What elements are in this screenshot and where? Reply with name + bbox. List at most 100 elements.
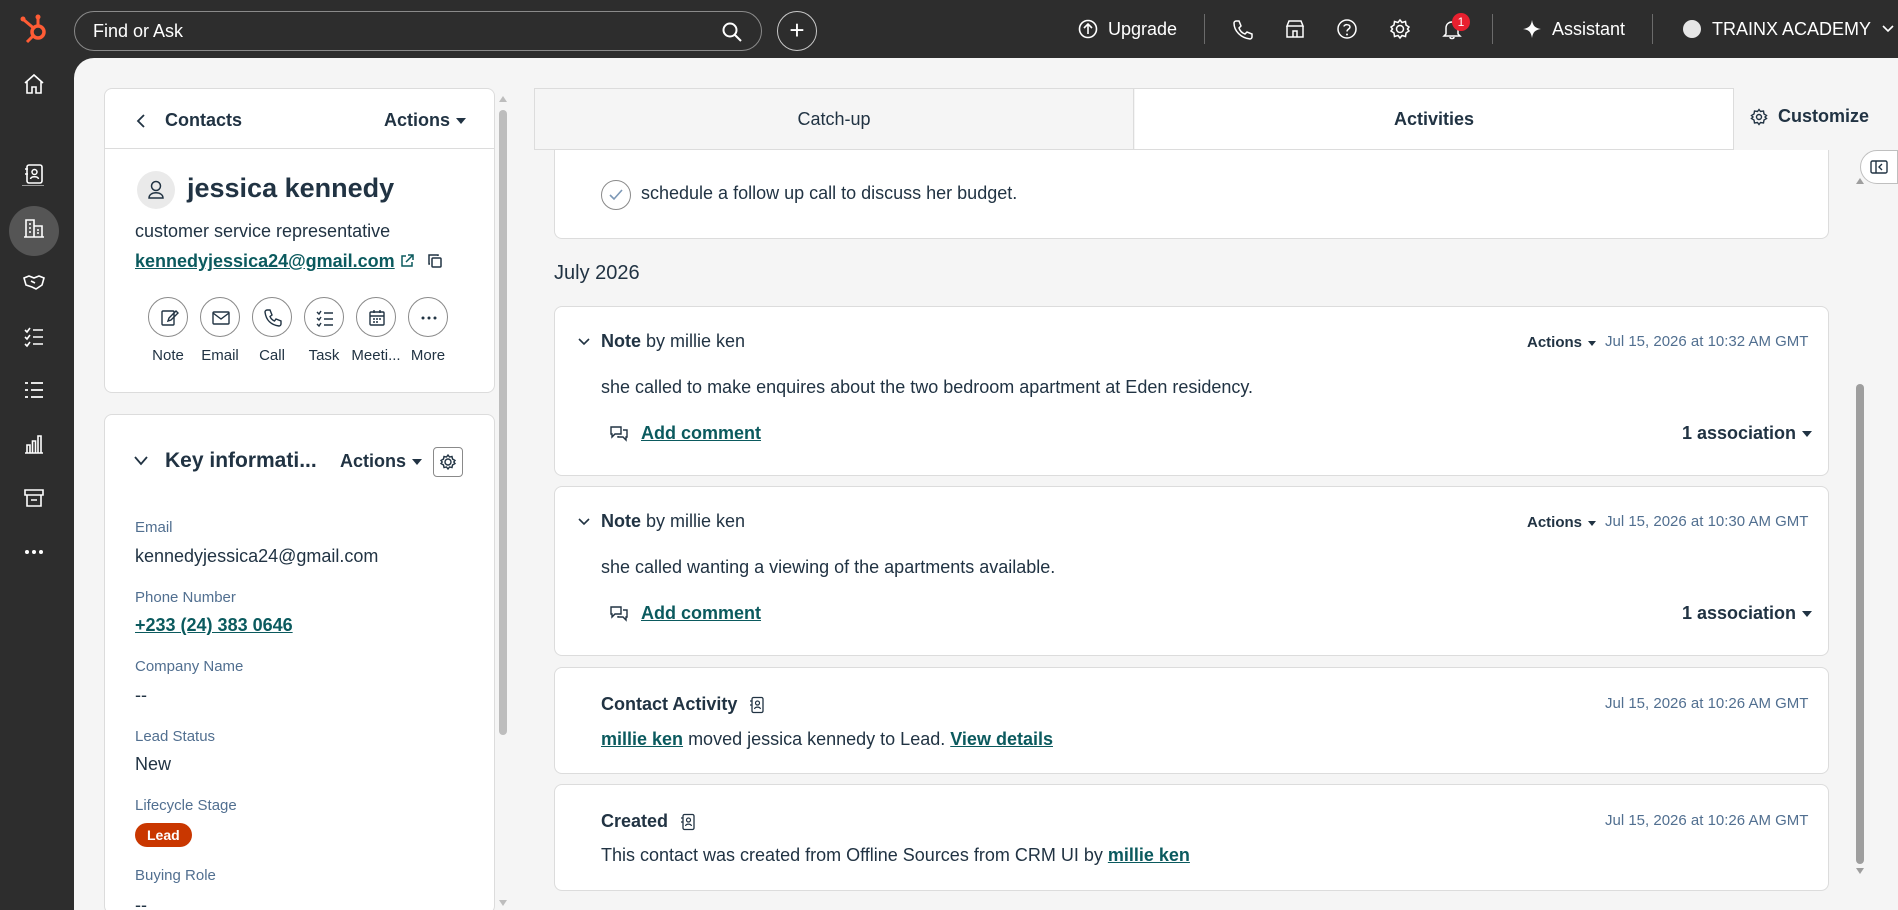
add-comment-button[interactable]: Add comment [609,603,761,624]
phone-icon[interactable] [1231,18,1253,40]
key-info-settings-button[interactable] [433,447,463,477]
call-action-button[interactable] [252,297,292,337]
task-action-button[interactable] [304,297,344,337]
add-comment-label: Add comment [641,603,762,623]
create-new-button[interactable]: + [777,11,817,51]
assistant-label: Assistant [1552,18,1626,39]
assistant-button[interactable]: Assistant [1522,14,1625,44]
note-body[interactable]: she called to make enquires about the tw… [601,377,1253,398]
note-timestamp: Jul 15, 2026 at 10:30 AM GMT [1605,513,1809,530]
back-to-contacts-link[interactable]: Contacts [165,110,242,131]
marketplace-icon[interactable] [1284,18,1306,40]
chevron-left-icon[interactable] [135,113,147,129]
settings-gear-icon[interactable] [1389,18,1411,40]
commerce-store-icon[interactable] [22,486,46,510]
search-input[interactable] [93,20,693,42]
field-value-phone-link[interactable]: +233 (24) 383 0646 [135,615,293,636]
task-title[interactable]: schedule a follow up call to discuss her… [641,183,1017,204]
companies-icon[interactable] [22,216,46,240]
lists-icon[interactable] [22,378,46,402]
timeline-scrollbar[interactable] [1854,176,1866,876]
note-action-button[interactable] [148,297,188,337]
key-information-title[interactable]: Key informati... [165,449,317,473]
add-comment-button[interactable]: Add comment [609,423,761,444]
account-menu[interactable]: TRAINX ACADEMY [1682,14,1895,44]
chevron-down-icon[interactable] [577,337,591,347]
copy-icon[interactable] [427,253,443,269]
contacts-icon[interactable] [22,162,46,186]
created-activity-body: This contact was created from Offline So… [601,845,1190,866]
home-icon[interactable] [22,72,46,96]
customize-label: Customize [1778,106,1870,126]
note-header: Note by millie ken [601,331,745,352]
panel-collapse-icon [1870,160,1888,174]
upgrade-button[interactable]: Upgrade [1078,14,1177,44]
note-actions-dropdown[interactable]: Actions [1527,334,1597,351]
view-details-link[interactable]: View details [950,729,1053,749]
contact-nav-row: Contacts Actions [105,89,494,149]
call-quick-action[interactable]: Call [246,297,298,364]
note-author: by millie ken [646,511,746,531]
actor-link[interactable]: millie ken [1108,845,1190,865]
note-body[interactable]: she called wanting a viewing of the apar… [601,557,1055,578]
field-label-phone: Phone Number [135,589,236,606]
contact-actions-dropdown[interactable]: Actions [384,110,467,131]
topbar-divider [1652,14,1653,44]
email-quick-action[interactable]: Email [194,297,246,364]
field-label-email: Email [135,519,173,536]
tasks-checklist-icon[interactable] [22,324,46,348]
contact-summary-card: Contacts Actions jessica kennedy custome… [104,88,495,393]
chevron-down-icon[interactable] [577,517,591,527]
task-action-label: Task [308,347,340,364]
lifecycle-stage-badge[interactable]: Lead [135,823,192,847]
email-action-button[interactable] [200,297,240,337]
hubspot-logo-icon[interactable] [18,12,52,46]
contact-activity-timestamp: Jul 15, 2026 at 10:26 AM GMT [1605,695,1809,712]
more-action-label: More [410,347,446,364]
note-action-label: Note [152,347,184,364]
left-navigation-rail [0,58,74,910]
meeting-action-button[interactable] [356,297,396,337]
chevron-down-icon[interactable] [133,455,149,467]
left-panel-scrollbar[interactable] [497,92,509,910]
association-dropdown[interactable]: 1 association [1682,423,1813,444]
field-value-lead-status[interactable]: New [135,754,171,775]
caret-down-icon [1588,520,1597,526]
note-activity-card: Note by millie ken Actions Jul 15, 2026 … [554,306,1829,476]
search-bar [74,11,762,51]
task-complete-checkbox[interactable] [601,180,631,210]
field-value-email[interactable]: kennedyjessica24@gmail.com [135,546,378,567]
caret-down-icon [1588,340,1597,346]
contact-name[interactable]: jessica kennedy [187,173,394,204]
key-info-actions-dropdown[interactable]: Actions [340,451,423,472]
note-edit-icon [161,310,179,326]
tab-catch-up[interactable]: Catch-up [535,89,1134,149]
help-icon[interactable] [1336,18,1358,40]
created-activity-header: Created [601,811,696,832]
notification-count-badge: 1 [1452,13,1470,31]
task-quick-action[interactable]: Task [298,297,350,364]
deals-handshake-icon[interactable] [22,270,46,294]
association-dropdown[interactable]: 1 association [1682,603,1813,624]
meeting-quick-action[interactable]: Meeti... [350,297,402,364]
field-value-buying-role[interactable]: -- [135,895,147,910]
caret-down-icon [456,118,467,125]
field-value-company[interactable]: -- [135,685,147,706]
contact-avatar[interactable] [137,171,175,209]
note-quick-action[interactable]: Note [142,297,194,364]
chevron-down-icon [1882,25,1894,33]
more-horizontal-icon[interactable] [22,540,46,564]
reports-bar-chart-icon[interactable] [22,432,46,456]
tab-activities[interactable]: Activities [1135,89,1733,149]
phone-call-icon [264,309,282,327]
note-actions-dropdown[interactable]: Actions [1527,514,1597,531]
account-avatar-icon [1683,20,1701,38]
contact-email-link[interactable]: kennedyjessica24@gmail.com [135,251,395,272]
search-icon[interactable] [721,21,743,43]
actor-link[interactable]: millie ken [601,729,683,749]
customize-button[interactable]: Customize [1750,106,1869,127]
more-quick-action[interactable]: More [402,297,454,364]
external-link-icon[interactable] [399,253,415,269]
upgrade-label: Upgrade [1108,18,1178,39]
more-action-button[interactable] [408,297,448,337]
